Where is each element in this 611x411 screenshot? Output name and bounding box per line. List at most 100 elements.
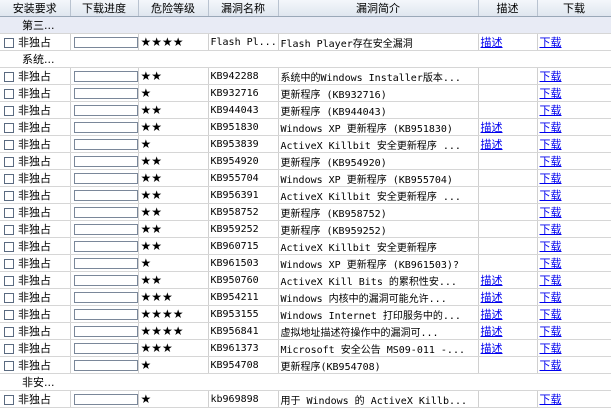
row-checkbox[interactable] [4,259,14,269]
row-checkbox[interactable] [4,395,14,405]
row-checkbox[interactable] [4,38,14,48]
category-row[interactable]: 系统... [0,50,611,68]
download-link[interactable]: 下载 [540,36,562,49]
download-link[interactable]: 下载 [540,308,562,321]
install-requirement: 非独占 [18,121,51,134]
table-row[interactable]: 非独占 ★★★★ KB953155 Windows Internet 打印服务中的..… [0,305,611,323]
table-row[interactable]: 非独占 ★★★ KB954211 Windows 内核中的漏洞可能允许... 描述 下载 [0,288,611,306]
download-link[interactable]: 下载 [540,189,562,202]
table-row[interactable]: 非独占 ★★ KB942288 系统中的Windows Installer版本... 下… [0,67,611,85]
row-checkbox[interactable] [4,208,14,218]
download-link[interactable]: 下载 [540,342,562,355]
column-header-install-req[interactable]: 安装要求 [0,0,71,17]
table-row[interactable]: 非独占 ★★ KB950760 ActiveX Kill Bits 的累积性安... 描… [0,271,611,289]
vuln-summary: 用于 Windows 的 ActiveX Killb... [278,390,479,408]
table-row[interactable]: 非独占 ★★★★ KB956841 虚拟地址描述符操作中的漏洞可... 描述 下载 [0,322,611,340]
table-row[interactable]: 非独占 ★ kb969898 用于 Windows 的 ActiveX Killb..… [0,390,611,408]
download-progress-bar [73,359,137,371]
category-row[interactable]: 非安... [0,373,611,391]
vuln-name: KB953839 [208,135,279,153]
download-link[interactable]: 下载 [540,240,562,253]
row-checkbox[interactable] [4,242,14,252]
table-row[interactable]: 非独占 ★★ KB958752 更新程序 (KB958752) 下载 [0,203,611,221]
table-row[interactable]: 非独占 ★★ KB951830 Windows XP 更新程序 (KB951830) 描… [0,118,611,136]
download-link[interactable]: 下载 [540,257,562,270]
row-checkbox[interactable] [4,191,14,201]
download-link[interactable]: 下载 [540,393,562,406]
risk-stars: ★★ [140,120,163,134]
download-link[interactable]: 下载 [540,325,562,338]
download-link[interactable]: 下载 [540,155,562,168]
row-checkbox[interactable] [4,89,14,99]
row-checkbox[interactable] [4,225,14,235]
install-requirement: 非独占 [18,172,51,185]
table-row[interactable]: 非独占 ★★ KB955704 Windows XP 更新程序 (KB955704) 下… [0,169,611,187]
row-checkbox[interactable] [4,106,14,116]
column-header-vuln-name[interactable]: 漏洞名称 [208,0,279,17]
column-header-risk-level[interactable]: 危险等级 [138,0,209,17]
table-row[interactable]: 非独占 ★★ KB959252 更新程序 (KB959252) 下载 [0,220,611,238]
row-checkbox[interactable] [4,72,14,82]
description-link[interactable]: 描述 [481,138,503,151]
risk-cell: ★★ [138,271,209,289]
download-link[interactable]: 下载 [540,70,562,83]
description-link[interactable]: 描述 [481,325,503,338]
progress-cell [70,67,139,85]
row-checkbox[interactable] [4,293,14,303]
table-row[interactable]: 非独占 ★ KB954708 更新程序(KB954708) 下载 [0,356,611,374]
row-checkbox[interactable] [4,174,14,184]
description-link[interactable]: 描述 [481,342,503,355]
vuln-name: KB942288 [208,67,279,85]
group-header-row[interactable]: 第三... [0,16,611,34]
install-cell: 非独占 [0,237,71,255]
column-header-vuln-summary[interactable]: 漏洞简介 [278,0,479,17]
row-checkbox[interactable] [4,344,14,354]
table-row[interactable]: 非独占 ★★ KB944043 更新程序 (KB944043) 下载 [0,101,611,119]
row-checkbox[interactable] [4,157,14,167]
table-row[interactable]: 非独占 ★★★ KB961373 Microsoft 安全公告 MS09-011 -.… [0,339,611,357]
table-row[interactable]: 非独占 ★ KB932716 更新程序 (KB932716) 下载 [0,84,611,102]
install-requirement: 非独占 [18,325,51,338]
table-row[interactable]: 非独占 ★★ KB956391 ActiveX Killbit 安全更新程序 ... 下… [0,186,611,204]
vulnerability-table: 安装要求 下载进度 危险等级 漏洞名称 漏洞简介 描述 下载 第三... 非独占 ★… [0,0,611,408]
download-link[interactable]: 下载 [540,291,562,304]
description-link[interactable]: 描述 [481,121,503,134]
vuln-summary: ActiveX Killbit 安全更新程序 ... [278,186,479,204]
risk-cell: ★★ [138,152,209,170]
table-row[interactable]: 非独占 ★ KB961503 Windows XP 更新程序 (KB961503)? 下… [0,254,611,272]
download-link[interactable]: 下载 [540,87,562,100]
description-link[interactable]: 描述 [481,291,503,304]
description-link[interactable]: 描述 [481,308,503,321]
download-link[interactable]: 下载 [540,138,562,151]
row-checkbox[interactable] [4,327,14,337]
download-cell: 下载 [537,271,611,289]
category-label: 非安... [0,373,611,391]
column-header-progress[interactable]: 下载进度 [70,0,139,17]
row-checkbox[interactable] [4,123,14,133]
column-header-description[interactable]: 描述 [478,0,538,17]
table-row[interactable]: 非独占 ★ KB953839 ActiveX Killbit 安全更新程序 ... 描述… [0,135,611,153]
row-checkbox[interactable] [4,140,14,150]
install-requirement: 非独占 [18,274,51,287]
table-row[interactable]: 非独占 ★★ KB960715 ActiveX Killbit 安全更新程序 下载 [0,237,611,255]
download-link[interactable]: 下载 [540,359,562,372]
description-link[interactable]: 描述 [481,274,503,287]
description-link[interactable]: 描述 [481,36,503,49]
download-link[interactable]: 下载 [540,172,562,185]
row-checkbox[interactable] [4,276,14,286]
install-cell: 非独占 [0,169,71,187]
download-link[interactable]: 下载 [540,206,562,219]
vuln-summary: 更新程序(KB954708) [278,356,479,374]
download-link[interactable]: 下载 [540,104,562,117]
column-header-download[interactable]: 下载 [537,0,611,17]
table-body: 第三... 非独占 ★★★★ Flash Pl... Flash Player存在安全漏… [0,16,611,408]
table-row[interactable]: 非独占 ★★★★ Flash Pl... Flash Player存在安全漏洞 描述 下载 [0,33,611,51]
download-link[interactable]: 下载 [540,121,562,134]
row-checkbox[interactable] [4,361,14,371]
table-row[interactable]: 非独占 ★★ KB954920 更新程序 (KB954920) 下载 [0,152,611,170]
risk-stars: ★★★★ [140,35,184,49]
row-checkbox[interactable] [4,310,14,320]
download-link[interactable]: 下载 [540,274,562,287]
download-link[interactable]: 下载 [540,223,562,236]
install-requirement: 非独占 [18,70,51,83]
